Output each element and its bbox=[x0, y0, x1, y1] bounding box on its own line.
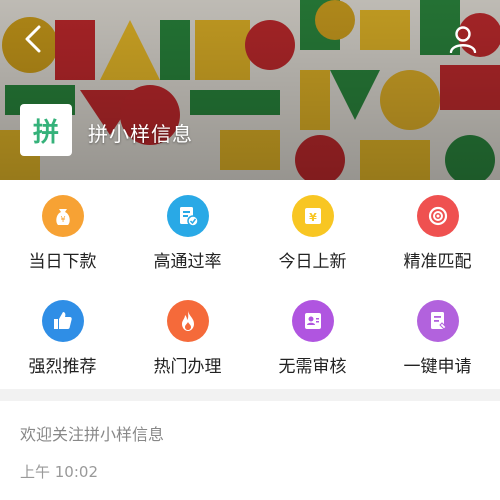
message-text: 欢迎关注拼小样信息 bbox=[20, 425, 165, 444]
feature-label: 无需审核 bbox=[278, 357, 347, 377]
feature-label: 精准匹配 bbox=[403, 252, 472, 272]
feature-label: 今日上新 bbox=[278, 252, 347, 272]
chevron-left-icon bbox=[25, 25, 41, 53]
feature-grid: ¥ 当日下款 高通过率 ¥ 今日上新 精准匹配 强烈推荐 热门办理 无需审核 一… bbox=[0, 180, 500, 390]
flame-icon bbox=[166, 300, 209, 342]
feature-label: 当日下款 bbox=[28, 252, 97, 272]
back-button[interactable] bbox=[16, 22, 50, 56]
feature-item-same-day-loan[interactable]: ¥ 当日下款 bbox=[0, 180, 125, 280]
app-page: 拼 拼小样信息 ¥ 当日下款 高通过率 ¥ 今日上新 精准匹配 强烈推荐 热门办… bbox=[0, 0, 500, 500]
user-card-icon bbox=[291, 300, 334, 342]
thumbs-up-icon bbox=[41, 300, 84, 342]
logo-text: 拼 bbox=[32, 117, 59, 148]
account-name: 拼小样信息 bbox=[88, 122, 193, 146]
account-logo: 拼 bbox=[20, 104, 72, 156]
target-icon bbox=[416, 195, 459, 237]
user-icon bbox=[449, 26, 477, 53]
new-yen-icon: ¥ bbox=[291, 195, 334, 237]
feature-item-high-approval[interactable]: 高通过率 bbox=[125, 180, 250, 280]
feature-label: 一键申请 bbox=[403, 357, 472, 377]
profile-button[interactable] bbox=[446, 22, 480, 56]
banner-overlay bbox=[0, 0, 500, 180]
feature-item-precise-match[interactable]: 精准匹配 bbox=[375, 180, 500, 280]
svg-text:¥: ¥ bbox=[60, 215, 65, 224]
feature-item-no-review[interactable]: 无需审核 bbox=[250, 285, 375, 385]
approved-doc-icon bbox=[166, 195, 209, 237]
header-banner: 拼 拼小样信息 bbox=[0, 0, 500, 180]
feature-item-one-click-apply[interactable]: 一键申请 bbox=[375, 285, 500, 385]
feature-item-recommended[interactable]: 强烈推荐 bbox=[0, 285, 125, 385]
feature-item-new-today[interactable]: ¥ 今日上新 bbox=[250, 180, 375, 280]
svg-text:¥: ¥ bbox=[309, 211, 317, 224]
money-bag-icon: ¥ bbox=[41, 195, 84, 237]
message-time: 上午 10:02 bbox=[20, 463, 98, 481]
feature-label: 热门办理 bbox=[153, 357, 222, 377]
feature-label: 强烈推荐 bbox=[28, 357, 97, 377]
feature-label: 高通过率 bbox=[153, 252, 222, 272]
feature-item-popular[interactable]: 热门办理 bbox=[125, 285, 250, 385]
apply-doc-icon bbox=[416, 300, 459, 342]
section-divider bbox=[0, 389, 500, 401]
message-item[interactable]: 欢迎关注拼小样信息 上午 10:02 bbox=[0, 401, 500, 500]
